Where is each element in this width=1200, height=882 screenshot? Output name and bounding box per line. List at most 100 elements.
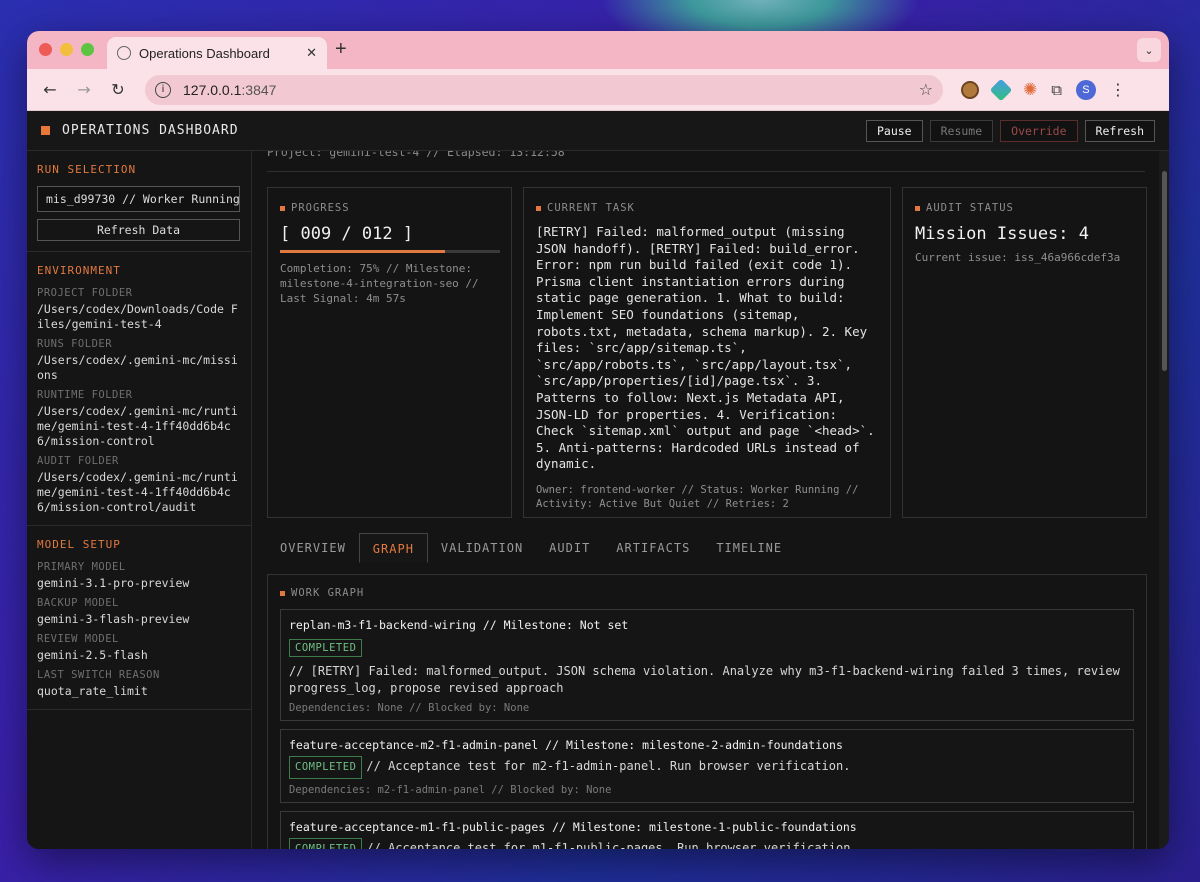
- cookie-extension-icon[interactable]: [961, 80, 979, 99]
- extensions-puzzle-icon[interactable]: ⧉: [1051, 81, 1062, 99]
- current-task-title: CURRENT TASK: [536, 202, 878, 214]
- tab-overview[interactable]: OVERVIEW: [267, 533, 359, 563]
- mission-issues: Mission Issues: 4: [915, 224, 1089, 244]
- runs-folder-value: /Users/codex/.gemini-mc/missions: [37, 353, 238, 382]
- maximize-window-button[interactable]: [81, 43, 94, 56]
- forward-button[interactable]: →: [71, 80, 97, 99]
- url-host: 127.0.0.1: [183, 81, 242, 98]
- window-controls: [39, 43, 94, 56]
- run-select-input[interactable]: mis_d99730 // Worker Running: [37, 186, 240, 212]
- tab-timeline[interactable]: TIMELINE: [703, 533, 795, 563]
- switch-reason-value: quota_rate_limit: [37, 684, 148, 698]
- progress-title: PROGRESS: [280, 202, 499, 214]
- progress-bar-fill: [280, 250, 445, 253]
- profile-avatar[interactable]: S: [1075, 79, 1096, 100]
- status-badge: COMPLETED: [289, 838, 363, 849]
- bookmark-star-icon[interactable]: ☆: [919, 80, 933, 99]
- work-graph-title: WORK GRAPH: [280, 587, 1134, 599]
- close-window-button[interactable]: [39, 43, 52, 56]
- override-button[interactable]: Override: [1000, 119, 1078, 142]
- url-port: :3847: [241, 81, 277, 98]
- run-selection-title: RUN SELECTION: [37, 163, 137, 176]
- review-model-label: REVIEW MODEL: [37, 633, 119, 645]
- environment-title: ENVIRONMENT: [37, 264, 121, 277]
- address-bar[interactable]: i 127.0.0.1:3847 ☆: [145, 74, 943, 105]
- audit-folder-value: /Users/codex/.gemini-mc/runtime/gemini-t…: [37, 470, 238, 514]
- pause-button[interactable]: Pause: [865, 119, 923, 142]
- browser-window: Operations Dashboard ✕ + ⌄ ← → ↻ i 127.0…: [27, 31, 1169, 849]
- node-dependencies: Dependencies: None // Blocked by: None: [289, 702, 530, 714]
- audit-status-title: AUDIT STATUS: [915, 202, 1134, 214]
- brand-square-icon: [41, 126, 50, 135]
- current-issue: Current issue: iss_46a966cdef3a: [915, 251, 1121, 264]
- progress-card: PROGRESS [ 009 / 012 ] Completion: 75% /…: [267, 187, 512, 518]
- node-description: // [RETRY] Failed: malformed_output. JSO…: [289, 664, 1120, 695]
- browser-toolbar: ← → ↻ i 127.0.0.1:3847 ☆ ✺ ⧉ S ⋮: [27, 69, 1169, 111]
- node-description: // Acceptance test for m2-f1-admin-panel…: [366, 759, 851, 773]
- model-setup-section: MODEL SETUP PRIMARY MODEL gemini-3.1-pro…: [27, 526, 251, 710]
- switch-reason-label: LAST SWITCH REASON: [37, 669, 160, 681]
- progress-value: [ 009 / 012 ]: [280, 224, 414, 244]
- close-tab-icon[interactable]: ✕: [306, 45, 317, 61]
- status-badge: COMPLETED: [289, 639, 363, 657]
- node-title: feature-acceptance-m2-f1-admin-panel // …: [289, 738, 843, 752]
- runs-folder-label: RUNS FOLDER: [37, 338, 113, 350]
- browser-menu-icon[interactable]: ⋮: [1110, 80, 1126, 99]
- current-task-meta: Owner: frontend-worker // Status: Worker…: [536, 483, 859, 510]
- run-selection-section: RUN SELECTION mis_d99730 // Worker Runni…: [27, 151, 251, 252]
- tab-graph[interactable]: GRAPH: [358, 533, 428, 563]
- audit-status-card: AUDIT STATUS Mission Issues: 4 Current i…: [902, 187, 1147, 518]
- node-dependencies: Dependencies: m2-f1-admin-panel // Block…: [289, 784, 612, 796]
- section-tabs: OVERVIEW GRAPH VALIDATION AUDIT ARTIFACT…: [267, 533, 795, 563]
- scrollbar[interactable]: [1159, 151, 1169, 849]
- browser-tab[interactable]: Operations Dashboard ✕: [107, 37, 327, 69]
- graph-node[interactable]: feature-acceptance-m1-f1-public-pages //…: [280, 811, 1134, 849]
- project-line: Project: gemini-test-4 // Elapsed: 13:12…: [267, 151, 565, 159]
- back-button[interactable]: ←: [37, 80, 63, 99]
- model-setup-title: MODEL SETUP: [37, 538, 121, 551]
- burst-extension-icon[interactable]: ✺: [1023, 80, 1037, 100]
- dashboard-app: OPERATIONS DASHBOARD Pause Resume Overri…: [27, 111, 1169, 849]
- tab-search-button[interactable]: ⌄: [1137, 38, 1161, 62]
- audit-folder-label: AUDIT FOLDER: [37, 455, 119, 467]
- project-folder-value: /Users/codex/Downloads/Code Files/gemini…: [37, 302, 238, 331]
- site-info-icon[interactable]: i: [155, 81, 171, 98]
- divider: [267, 171, 1145, 172]
- main-panel: Project: gemini-test-4 // Elapsed: 13:12…: [253, 151, 1169, 849]
- refresh-data-button[interactable]: Refresh Data: [37, 219, 240, 241]
- tab-validation[interactable]: VALIDATION: [428, 533, 536, 563]
- work-graph-panel: WORK GRAPH replan-m3-f1-backend-wiring /…: [267, 574, 1147, 849]
- new-tab-button[interactable]: +: [335, 38, 347, 61]
- tab-artifacts[interactable]: ARTIFACTS: [603, 533, 703, 563]
- environment-section: ENVIRONMENT PROJECT FOLDER /Users/codex/…: [27, 252, 251, 526]
- minimize-window-button[interactable]: [60, 43, 73, 56]
- extensions-area: ✺ ⧉ S ⋮: [961, 78, 1126, 101]
- status-badge: COMPLETED: [289, 756, 363, 779]
- resume-button[interactable]: Resume: [929, 119, 994, 142]
- graph-node[interactable]: replan-m3-f1-backend-wiring // Milestone…: [280, 609, 1134, 721]
- backup-model-label: BACKUP MODEL: [37, 597, 119, 609]
- node-description: // Acceptance test for m1-f1-public-page…: [366, 841, 858, 849]
- backup-model-value: gemini-3-flash-preview: [37, 612, 190, 626]
- reload-button[interactable]: ↻: [105, 80, 131, 99]
- node-title: feature-acceptance-m1-f1-public-pages //…: [289, 820, 857, 834]
- graph-node[interactable]: feature-acceptance-m2-f1-admin-panel // …: [280, 729, 1134, 803]
- tab-audit[interactable]: AUDIT: [536, 533, 603, 563]
- refresh-button[interactable]: Refresh: [1084, 119, 1155, 142]
- runtime-folder-value: /Users/codex/.gemini-mc/runtime/gemini-t…: [37, 404, 238, 448]
- node-status-line: COMPLETED// Acceptance test for m1-f1-pu…: [289, 838, 1125, 849]
- current-task-card: CURRENT TASK [RETRY] Failed: malformed_o…: [523, 187, 891, 518]
- node-status-line: COMPLETED// Acceptance test for m2-f1-ad…: [289, 756, 1125, 779]
- cube-extension-icon[interactable]: [989, 78, 1013, 101]
- progress-details: Completion: 75% // Milestone: milestone-…: [280, 262, 479, 305]
- node-title: replan-m3-f1-backend-wiring // Milestone…: [289, 618, 629, 632]
- app-header: OPERATIONS DASHBOARD Pause Resume Overri…: [27, 111, 1169, 151]
- progress-bar: [280, 250, 500, 253]
- scrollbar-thumb[interactable]: [1162, 171, 1167, 371]
- current-task-body: [RETRY] Failed: malformed_output (missin…: [536, 224, 875, 472]
- url-text: 127.0.0.1:3847: [183, 82, 919, 98]
- runtime-folder-label: RUNTIME FOLDER: [37, 389, 133, 401]
- globe-icon: [117, 46, 131, 60]
- app-title: OPERATIONS DASHBOARD: [62, 123, 239, 138]
- primary-model-label: PRIMARY MODEL: [37, 561, 126, 573]
